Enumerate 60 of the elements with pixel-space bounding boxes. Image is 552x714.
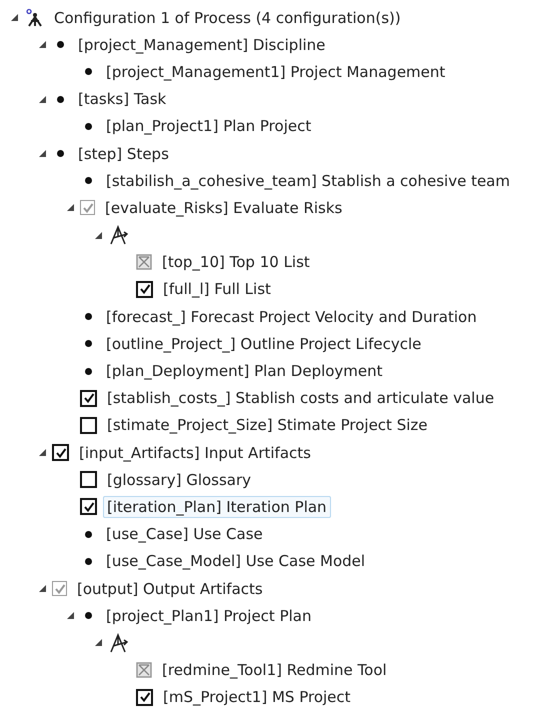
element-bullet-icon bbox=[85, 313, 92, 320]
expanded-arrow-icon[interactable] bbox=[10, 13, 18, 22]
tree-item-label[interactable]: [plan_Project1] Plan Project bbox=[102, 115, 316, 138]
tree-item-label[interactable]: [evaluate_Risks] Evaluate Risks bbox=[101, 196, 346, 219]
tree-item-label[interactable]: [stabilish_a_cohesive_team] Stablish a cohesive team bbox=[102, 170, 514, 192]
element-bullet-icon bbox=[85, 530, 92, 538]
checkbox[interactable] bbox=[80, 471, 97, 488]
checkbox[interactable] bbox=[80, 498, 97, 516]
element-bullet-icon bbox=[57, 41, 64, 48]
element-bullet-icon bbox=[85, 177, 92, 184]
tree-item-label[interactable]: [full_l] Full List bbox=[159, 278, 275, 300]
tree-item-label[interactable]: [redmine_Tool1] Redmine Tool bbox=[158, 659, 391, 682]
variability-icon bbox=[108, 632, 130, 654]
checkbox[interactable] bbox=[80, 390, 97, 407]
expanded-arrow-icon[interactable] bbox=[94, 230, 102, 240]
excluded-checkbox-icon bbox=[136, 662, 152, 678]
tree-item-label[interactable]: [plan_Deployment] Plan Deployment bbox=[102, 360, 387, 382]
element-bullet-icon bbox=[85, 368, 92, 375]
tree-item-label[interactable]: [outline_Project_] Outline Project Lifecycle bbox=[102, 332, 426, 355]
tree-item-label[interactable]: [project_Management] Discipline bbox=[74, 34, 330, 56]
tree-item-label[interactable]: [mS_Project1] MS Project bbox=[159, 686, 355, 708]
element-bullet-icon bbox=[85, 558, 92, 565]
tree-item-label[interactable]: [project_Plan1] Project Plan bbox=[102, 604, 316, 627]
element-bullet-icon bbox=[57, 150, 64, 158]
expanded-arrow-icon[interactable] bbox=[38, 448, 46, 458]
expanded-arrow-icon[interactable] bbox=[38, 149, 46, 158]
tree-item-label[interactable]: [use_Case_Model] Use Case Model bbox=[102, 550, 370, 572]
variability-icon bbox=[108, 224, 130, 246]
element-bullet-icon bbox=[57, 96, 64, 103]
element-bullet-icon bbox=[85, 122, 92, 130]
checkbox[interactable] bbox=[52, 581, 67, 596]
tree-item-label[interactable]: [tasks] Task bbox=[74, 88, 170, 110]
tree-item-label[interactable]: [stimate_Project_Size] Stimate Project Size bbox=[103, 414, 432, 436]
configuration-icon bbox=[24, 8, 44, 28]
element-bullet-icon bbox=[85, 68, 92, 76]
expanded-arrow-icon[interactable] bbox=[94, 638, 102, 648]
tree-item-label[interactable]: Configuration 1 of Process (4 configuration(s)) bbox=[50, 6, 405, 29]
excluded-checkbox-icon bbox=[136, 254, 152, 270]
tree-item-label[interactable]: [input_Artifacts] Input Artifacts bbox=[75, 442, 315, 464]
checkbox[interactable] bbox=[80, 416, 97, 434]
tree-item-label[interactable]: [use_Case] Use Case bbox=[102, 523, 267, 546]
tree-item-label[interactable]: [stablish_costs_] Stablish costs and articulate value bbox=[103, 387, 498, 410]
tree-item-label[interactable]: [top_10] Top 10 List bbox=[158, 251, 314, 274]
tree-item-label[interactable]: [step] Steps bbox=[74, 142, 173, 165]
expanded-arrow-icon[interactable] bbox=[38, 94, 46, 104]
checkbox[interactable] bbox=[136, 280, 153, 298]
element-bullet-icon bbox=[85, 612, 92, 620]
expanded-arrow-icon[interactable] bbox=[66, 203, 74, 212]
element-bullet-icon bbox=[85, 340, 92, 348]
checkbox[interactable] bbox=[80, 200, 95, 216]
tree-item-label[interactable]: [iteration_Plan] Iteration Plan bbox=[103, 496, 331, 518]
tree-item-label[interactable]: [glossary] Glossary bbox=[103, 468, 256, 491]
expanded-arrow-icon[interactable] bbox=[38, 584, 46, 594]
checkbox[interactable] bbox=[136, 688, 153, 706]
tree-item-label[interactable]: [forecast_] Forecast Project Velocity and Duration bbox=[102, 306, 481, 328]
checkbox[interactable] bbox=[52, 444, 69, 462]
expanded-arrow-icon[interactable] bbox=[38, 40, 46, 50]
tree-item-label[interactable]: [project_Management1] Project Management bbox=[102, 60, 450, 83]
tree-item-label[interactable]: [output] Output Artifacts bbox=[73, 578, 267, 600]
expanded-arrow-icon[interactable] bbox=[66, 611, 74, 620]
